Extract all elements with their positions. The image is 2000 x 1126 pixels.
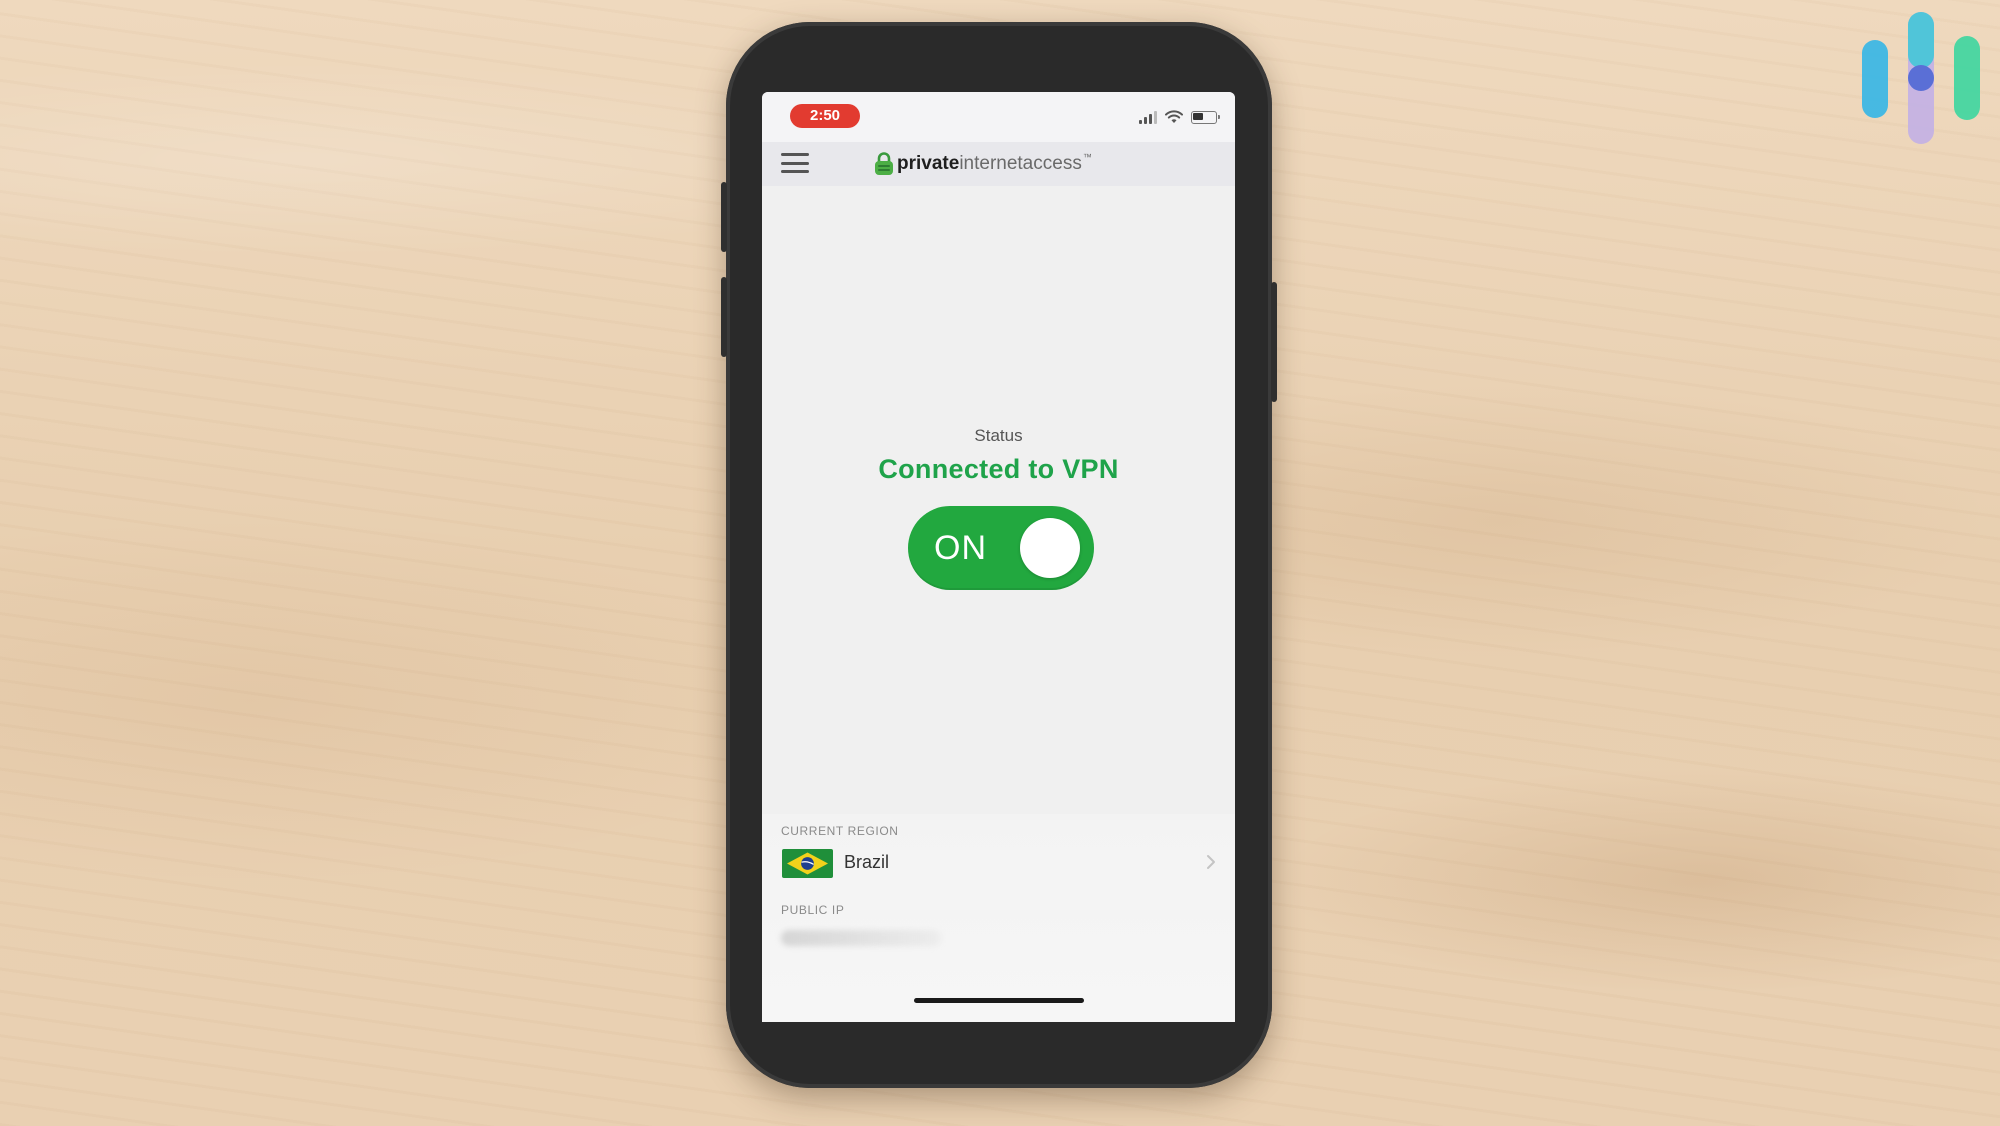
phone-side-button (721, 182, 727, 252)
phone-side-button (721, 277, 727, 357)
cellular-signal-icon (1139, 110, 1157, 124)
current-region-label: CURRENT REGION (781, 824, 899, 838)
wifi-icon (1165, 110, 1183, 123)
logo-text-bold: private (897, 153, 960, 174)
battery-icon (1191, 110, 1220, 124)
logo-text-light: internetaccess (959, 153, 1082, 174)
phone-side-button (1271, 282, 1277, 402)
current-region-row[interactable]: Brazil (762, 842, 1235, 884)
chevron-right-icon (1207, 855, 1215, 869)
logo-trademark: ™ (1082, 152, 1092, 162)
public-ip-label: PUBLIC IP (781, 903, 845, 917)
phone-device: 2:50 private internetaccess ™ Status Con… (721, 22, 1277, 1088)
phone-screen: 2:50 private internetaccess ™ Status Con… (762, 92, 1235, 1022)
app-header: private internetaccess ™ (762, 142, 1235, 186)
brazil-flag-icon (782, 849, 833, 878)
lock-icon (875, 152, 893, 175)
vpn-toggle-switch[interactable]: ON (908, 506, 1094, 590)
region-name: Brazil (844, 852, 890, 872)
region-panel: CURRENT REGION Brazil PUBLIC IP (762, 814, 1235, 1022)
connection-status-text: Connected to VPN (878, 454, 1119, 484)
status-icons (1139, 108, 1220, 126)
toggle-knob (1020, 518, 1080, 578)
home-indicator[interactable] (914, 998, 1084, 1003)
status-bar: 2:50 (762, 92, 1235, 142)
brand-watermark-logo (1862, 12, 1980, 144)
status-time: 2:50 (790, 104, 860, 128)
toggle-label: ON (934, 529, 987, 567)
public-ip-value-blurred (781, 930, 941, 946)
pia-logo: private internetaccess ™ (873, 151, 1092, 177)
status-label: Status (974, 426, 1023, 445)
hamburger-menu-icon[interactable] (781, 153, 809, 173)
